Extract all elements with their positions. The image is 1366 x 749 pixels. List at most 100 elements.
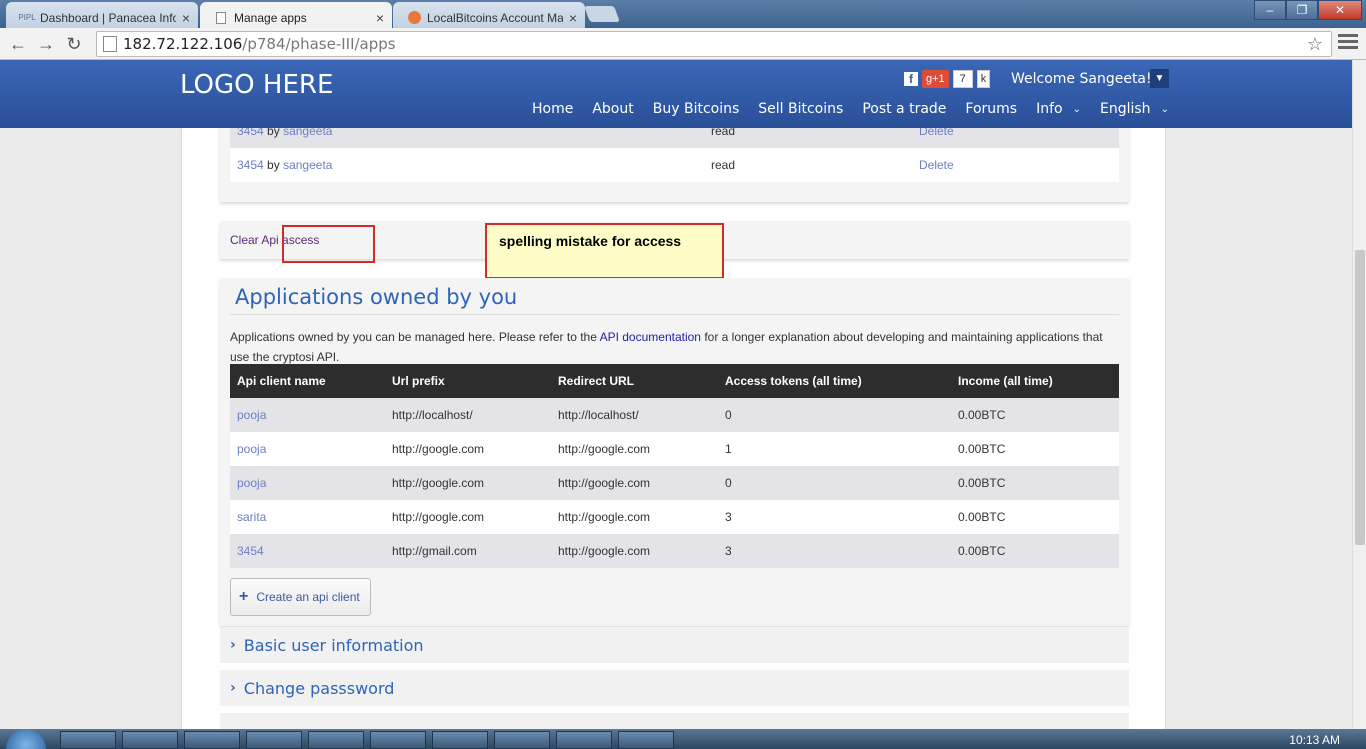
redirect-url-cell: http://google.com (551, 534, 718, 568)
address-bar[interactable]: 182.72.122.106/p784/phase-III/apps ☆ (96, 31, 1332, 57)
content-container: 3454 by sangeeta read Delete 3454 by san… (181, 128, 1166, 729)
site-logo[interactable]: LOGO HERE (180, 70, 333, 100)
taskbar-clock[interactable]: 10:13 AM (1289, 733, 1340, 747)
nav-forums[interactable]: Forums (965, 101, 1017, 117)
browser-tab-bar: PIPL Dashboard | Panacea Infot × Manage … (0, 0, 1366, 28)
api-client-link[interactable]: sarita (237, 510, 266, 524)
user-menu-chevron-down-icon[interactable]: ▼ (1150, 69, 1169, 88)
table-row: sarita http://google.com http://google.c… (230, 500, 1119, 534)
tab-manage-apps[interactable]: Manage apps × (200, 2, 392, 28)
app-icon[interactable] (494, 731, 550, 749)
welcome-message: Welcome Sangeeta! (1011, 71, 1152, 87)
create-api-client-button[interactable]: + Create an api client (230, 578, 371, 616)
nav-info[interactable]: Info ⌄ (1036, 101, 1081, 117)
api-documentation-link[interactable]: API documentation (600, 330, 701, 344)
nav-about[interactable]: About (592, 101, 633, 117)
scrollbar-thumb[interactable] (1355, 250, 1365, 545)
page-icon (103, 36, 117, 52)
access-tokens-cell: 3 (718, 534, 951, 568)
pipl-favicon-icon: PIPL (18, 13, 36, 22)
token-client-link[interactable]: 3454 (237, 158, 264, 172)
reload-icon[interactable]: ↻ (62, 32, 86, 56)
nav-buy-bitcoins[interactable]: Buy Bitcoins (653, 101, 740, 117)
token-row: 3454 by sangeeta read Delete (230, 148, 1119, 182)
token-scope: read (711, 158, 736, 172)
chevron-right-icon: › (230, 637, 236, 653)
google-plus-count-suffix: k (976, 70, 991, 88)
url-prefix-cell: http://localhost/ (385, 398, 551, 432)
accordion-basic-user-information[interactable]: › Basic user information (220, 627, 1129, 663)
plus-icon: + (239, 588, 249, 605)
access-tokens-cell: 1 (718, 432, 951, 466)
accordion-partial[interactable] (220, 713, 1129, 729)
page-favicon-icon (214, 11, 228, 25)
app-icon[interactable] (618, 731, 674, 749)
chrome-menu-icon[interactable] (1338, 34, 1358, 52)
delete-token-link[interactable]: Delete (919, 128, 954, 138)
tab-localbitcoins[interactable]: LocalBitcoins Account Ma × (393, 2, 585, 28)
opera-icon[interactable] (246, 731, 302, 749)
income-cell: 0.00BTC (951, 466, 1119, 500)
applications-section-title: Applications owned by you (235, 285, 518, 309)
window-controls: – ❐ ✕ (1254, 0, 1362, 20)
bookmark-star-icon[interactable]: ☆ (1307, 34, 1323, 55)
localbitcoins-favicon-icon (407, 11, 421, 25)
income-cell: 0.00BTC (951, 534, 1119, 568)
api-client-link[interactable]: pooja (237, 442, 266, 456)
column-header: Income (all time) (951, 364, 1119, 398)
api-client-link[interactable]: pooja (237, 408, 266, 422)
windows-taskbar: 10:13 AM (0, 729, 1366, 749)
token-user-link[interactable]: sangeeta (283, 158, 332, 172)
table-row: pooja http://google.com http://google.co… (230, 466, 1119, 500)
skype-icon[interactable] (432, 731, 488, 749)
close-window-icon[interactable]: ✕ (1318, 0, 1362, 20)
url-path: /p784/phase-III/apps (242, 35, 396, 53)
url-prefix-cell: http://google.com (385, 432, 551, 466)
income-cell: 0.00BTC (951, 500, 1119, 534)
site-header: LOGO HERE f g+1 7 k Welcome Sangeeta! ▼ … (0, 60, 1352, 128)
facebook-icon[interactable]: f (904, 72, 918, 86)
column-header: Redirect URL (551, 364, 718, 398)
chrome-icon[interactable] (556, 731, 612, 749)
tab-title: Manage apps (234, 10, 307, 25)
url-host: 182.72.122.106 (123, 35, 243, 53)
applications-description: Applications owned by you can be managed… (230, 330, 1103, 364)
vertical-scrollbar[interactable] (1352, 60, 1366, 729)
google-plus-button[interactable]: g+1 (922, 70, 949, 88)
back-arrow-icon[interactable]: ← (6, 32, 30, 56)
tab-dashboard[interactable]: PIPL Dashboard | Panacea Infot × (6, 2, 198, 28)
restore-icon[interactable]: ❐ (1286, 0, 1318, 20)
file-explorer-icon[interactable] (184, 731, 240, 749)
new-tab-button[interactable] (584, 6, 620, 22)
api-client-link[interactable]: 3454 (237, 544, 264, 558)
api-client-link[interactable]: pooja (237, 476, 266, 490)
internet-explorer-icon[interactable] (122, 731, 178, 749)
nav-sell-bitcoins[interactable]: Sell Bitcoins (758, 101, 843, 117)
delete-token-link[interactable]: Delete (919, 158, 954, 172)
main-nav: Home About Buy Bitcoins Sell Bitcoins Po… (532, 101, 1188, 117)
nav-post-a-trade[interactable]: Post a trade (862, 101, 946, 117)
annotation-note: spelling mistake for access (485, 223, 724, 279)
table-row: 3454 http://gmail.com http://google.com … (230, 534, 1119, 568)
minimize-icon[interactable]: – (1254, 0, 1286, 20)
redirect-url-cell: http://google.com (551, 432, 718, 466)
nav-home[interactable]: Home (532, 101, 573, 117)
app-icon[interactable] (370, 731, 426, 749)
forward-arrow-icon[interactable]: → (34, 32, 58, 56)
income-cell: 0.00BTC (951, 432, 1119, 466)
firefox-icon[interactable] (308, 731, 364, 749)
tab-title: LocalBitcoins Account Ma (427, 10, 563, 25)
tab-close-icon[interactable]: × (569, 10, 577, 26)
accordion-change-password[interactable]: › Change passsword (220, 670, 1129, 706)
chevron-down-icon: ⌄ (1072, 103, 1081, 115)
tab-close-icon[interactable]: × (182, 10, 190, 26)
start-button-icon[interactable] (6, 729, 46, 749)
column-header: Access tokens (all time) (718, 364, 951, 398)
page-body: 3454 by sangeeta read Delete 3454 by san… (0, 128, 1352, 729)
token-client-link[interactable]: 3454 (237, 128, 264, 138)
annotation-highlight-box (282, 225, 375, 263)
token-user-link[interactable]: sangeeta (283, 128, 332, 138)
media-player-icon[interactable] (60, 731, 116, 749)
tab-close-icon[interactable]: × (376, 10, 384, 26)
nav-english[interactable]: English ⌄ (1100, 101, 1169, 117)
